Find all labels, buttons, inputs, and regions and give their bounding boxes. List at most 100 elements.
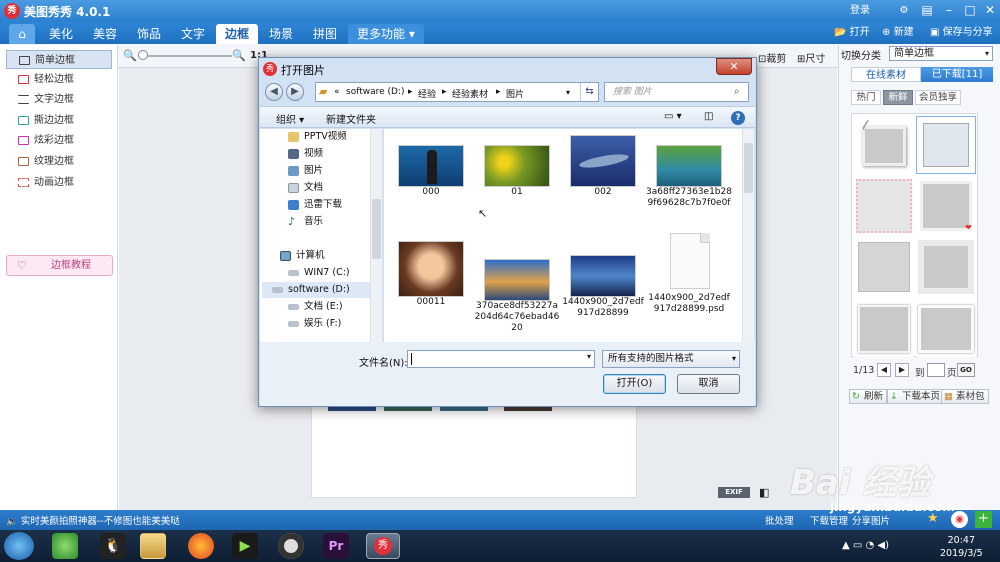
category-select[interactable]: 简单边框 ▾ <box>889 46 993 61</box>
file-explorer-icon[interactable] <box>140 533 166 559</box>
left-menu-item-torn[interactable]: 撕边边框 <box>6 111 112 130</box>
maximize-icon[interactable]: □ <box>961 2 979 19</box>
file-scroll-thumb[interactable] <box>744 143 753 193</box>
size-button[interactable]: ⊞尺寸 <box>797 50 825 65</box>
status-message[interactable]: 🔈 实时美颜拍照神器--不修图也能美美哒 <box>6 513 180 527</box>
left-menu-item-easy[interactable]: 轻松边框 <box>6 70 112 89</box>
subtab-fresh[interactable]: 新鲜 <box>883 90 913 105</box>
nav-item-videos[interactable]: 视频 <box>286 146 323 162</box>
prev-page-icon[interactable]: ◀ <box>877 363 891 377</box>
qq-icon[interactable]: 🐧 <box>100 533 126 559</box>
material-thumb[interactable]: ❤ <box>916 177 976 235</box>
close-icon[interactable]: ✕ <box>981 2 999 19</box>
nav-item-pictures[interactable]: 图片 <box>286 163 323 179</box>
tab-text[interactable]: 文字 <box>172 24 214 44</box>
skin-icon[interactable]: ▤ <box>918 2 936 19</box>
nav-item-drive-f[interactable]: 娱乐 (F:) <box>286 316 341 332</box>
file-type-filter[interactable]: 所有支持的图片格式 ▾ <box>602 350 740 368</box>
breadcrumb-materials[interactable]: 经验素材 <box>452 87 488 100</box>
help-icon[interactable]: ? <box>731 111 745 125</box>
left-menu-item-text[interactable]: 文字边框 <box>6 90 112 109</box>
tab-online-material[interactable]: 在线素材 <box>851 67 921 82</box>
material-pack-button[interactable]: ▦ 素材包 <box>941 389 989 404</box>
tab-border[interactable]: 边框 <box>216 24 259 44</box>
media-player-icon[interactable]: ▶ <box>232 533 258 559</box>
file-item[interactable]: 000 <box>398 145 474 198</box>
batch-process-link[interactable]: 批处理 <box>765 513 794 527</box>
nav-item-documents[interactable]: 文档 <box>286 180 323 196</box>
dialog-title-bar[interactable]: 秀 打开图片 ✕ <box>259 58 756 80</box>
tab-collage[interactable]: 拼图 <box>304 24 346 44</box>
record-icon[interactable] <box>278 533 304 559</box>
tab-more-features[interactable]: 更多功能 ▾ <box>348 24 424 44</box>
nav-item-pptv[interactable]: PPTV视频 <box>286 129 347 145</box>
left-menu-item-simple[interactable]: 简单边框 <box>6 50 112 69</box>
new-folder-button[interactable]: 新建文件夹 <box>326 111 376 126</box>
zoom-slider-handle[interactable] <box>138 50 148 60</box>
zoom-slider[interactable] <box>140 55 232 57</box>
subtab-members[interactable]: 会员独享 <box>915 90 961 105</box>
material-thumb[interactable] <box>854 177 914 235</box>
tray-icons[interactable]: ▲ ▭ ◔ ◀) <box>842 540 889 551</box>
dialog-close-button[interactable]: ✕ <box>716 58 752 75</box>
material-thumb[interactable] <box>916 116 976 174</box>
nav-pane-scrollbar[interactable] <box>370 129 382 342</box>
file-item[interactable]: 370ace8df53227a204d64c76ebad4620 <box>475 259 560 334</box>
nav-item-music[interactable]: ♪ 音乐 <box>286 214 323 230</box>
material-thumb[interactable] <box>854 299 914 357</box>
zoom-out-icon[interactable]: 🔍 <box>123 49 137 62</box>
organize-menu[interactable]: 组织 ▾ <box>276 111 304 126</box>
firefox-icon[interactable] <box>188 533 214 559</box>
download-manager-link[interactable]: 下载管理 <box>810 513 848 527</box>
crop-button[interactable]: ⊡裁剪 <box>758 50 786 65</box>
open-button[interactable]: 📂 打开 <box>834 25 870 41</box>
nav-item-drive-d[interactable]: software (D:) <box>262 282 374 298</box>
material-thumb[interactable] <box>916 238 976 296</box>
file-item[interactable]: 1440x900_2d7edf917d28899.psd <box>648 233 732 315</box>
settings-icon[interactable]: ⚙ <box>895 2 913 19</box>
file-item[interactable]: 00011 <box>398 241 474 308</box>
address-bar[interactable]: ▰ « software (D:) ▸ 经验 ▸ 经验素材 ▸ 图片 ▾ ⇆ <box>315 82 599 102</box>
nav-scroll-thumb[interactable] <box>372 199 381 259</box>
login-link[interactable]: 登录 <box>850 3 870 19</box>
zoom-in-icon[interactable]: 🔍 <box>232 49 246 62</box>
compare-icon[interactable]: ◧ <box>759 486 769 499</box>
material-thumb[interactable]: 𝓁 <box>854 116 914 174</box>
search-icon[interactable]: ⌕ <box>734 86 740 97</box>
back-icon[interactable]: ◀ <box>265 83 283 101</box>
file-item[interactable]: 3a68ff27363e1b289f69628c7b7f0e0f <box>646 145 732 209</box>
breadcrumb-jingyan[interactable]: 经验 <box>418 87 436 100</box>
tab-beautify[interactable]: 美化 <box>40 24 82 44</box>
nav-item-drive-e[interactable]: 文档 (E:) <box>286 299 343 315</box>
file-item[interactable]: 01 <box>484 145 560 198</box>
save-share-button[interactable]: ▣ 保存与分享 <box>930 25 993 41</box>
minimize-icon[interactable]: – <box>940 2 958 19</box>
chevron-down-icon[interactable]: ▾ <box>566 88 570 97</box>
breadcrumb-drive[interactable]: software (D:) <box>346 87 405 97</box>
nav-item-thunder[interactable]: 迅雷下载 <box>286 197 342 213</box>
left-menu-item-texture[interactable]: 纹理边框 <box>6 152 112 171</box>
meitu-taskbar-icon[interactable]: 秀 <box>366 533 400 559</box>
home-icon[interactable]: ⌂ <box>9 24 35 44</box>
next-page-icon[interactable]: ▶ <box>895 363 909 377</box>
forward-icon[interactable]: ▶ <box>286 83 304 101</box>
page-number-input[interactable] <box>927 363 945 377</box>
360-browser-icon[interactable] <box>52 533 78 559</box>
breadcrumb-pictures[interactable]: 图片 <box>506 87 524 100</box>
tab-accessories[interactable]: 饰品 <box>128 24 170 44</box>
preview-pane-icon[interactable]: ◫ <box>704 111 713 122</box>
view-options-icon[interactable]: ▭ ▾ <box>664 111 682 122</box>
download-page-button[interactable]: ↓ 下载本页 <box>887 389 945 404</box>
nav-item-computer[interactable]: 计算机 <box>278 248 325 264</box>
tab-downloaded[interactable]: 已下载[11] <box>921 67 993 82</box>
file-item[interactable]: 1440x900_2d7edf917d28899 <box>562 255 646 319</box>
go-button[interactable]: GO <box>957 363 975 377</box>
filename-input[interactable]: ▾ <box>407 350 595 368</box>
left-menu-item-animated[interactable]: 动画边框 <box>6 173 112 192</box>
search-input[interactable]: 搜索 图片 <box>604 82 749 102</box>
windows-start-icon[interactable] <box>4 532 34 560</box>
open-file-button[interactable]: 打开(O) <box>603 374 666 394</box>
refresh-button[interactable]: ↻ 刷新 <box>849 389 888 404</box>
file-list-scrollbar[interactable] <box>742 129 754 342</box>
taskbar-clock[interactable]: 20:47 2019/3/5 <box>940 534 983 560</box>
